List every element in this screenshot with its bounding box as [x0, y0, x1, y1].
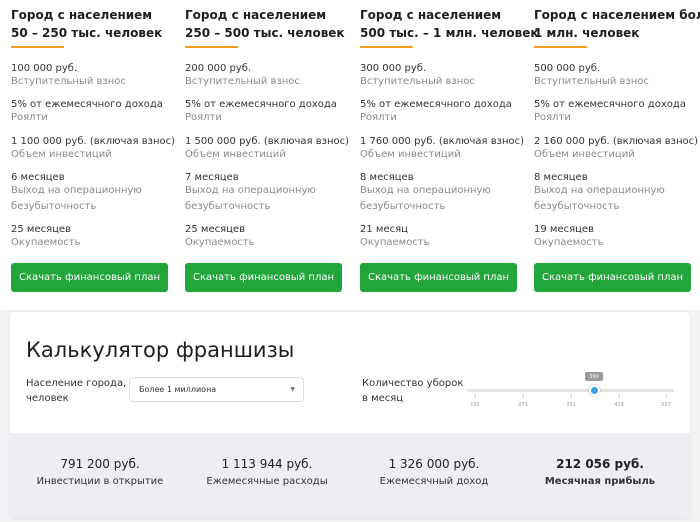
slider-value-tooltip: 390: [585, 372, 603, 381]
royalty-label: Роялти: [360, 112, 397, 123]
royalty-label: Роялти: [185, 112, 222, 123]
slider-tick: [571, 395, 572, 398]
slider-tick: [619, 395, 620, 398]
franchise-calculator: Калькулятор франшизы Население города, че…: [10, 312, 690, 518]
slider-tick-label: 351: [566, 402, 576, 408]
result-label: Месячная прибыль: [544, 476, 656, 487]
slider-tick: [666, 395, 667, 398]
entry-fee-label: Вступительный взнос: [11, 76, 126, 87]
royalty-value: 5% от ежемесячного дохода: [534, 99, 686, 110]
plan-title: Город с населением 50 – 250 тыс. человек: [11, 8, 163, 40]
result-label: Инвестиции в открытие: [36, 476, 164, 487]
payback-value: 19 месяцев: [534, 224, 594, 235]
download-financial-plan-button[interactable]: Скачать финансовый план: [360, 263, 517, 292]
payback-value: 25 месяцев: [185, 224, 245, 235]
entry-fee-value: 100 000 руб.: [11, 63, 78, 74]
payback-label: Окупаемость: [11, 237, 81, 248]
slider-tick-label: 507: [661, 402, 671, 408]
population-selected-value: Более 1 миллиона: [139, 385, 217, 394]
slider-tick-label: 429: [614, 402, 624, 408]
result-label: Ежемесячный доход: [379, 476, 489, 487]
plan-accent-line: [534, 46, 587, 48]
royalty-value: 5% от ежемесячного дохода: [11, 99, 163, 110]
royalty-label: Роялти: [11, 112, 48, 123]
payback-label: Окупаемость: [534, 237, 604, 248]
entry-fee-value: 200 000 руб.: [185, 63, 252, 74]
investment-value: 1 500 000 руб. (включая взнос): [185, 136, 350, 147]
plan-accent-line: [11, 46, 64, 48]
population-select[interactable]: Более 1 миллиона ▼: [129, 377, 304, 402]
breakeven-label: Выход на операционную безубыточность: [534, 185, 665, 212]
royalty-label: Роялти: [534, 112, 571, 123]
entry-fee-value: 500 000 руб.: [534, 63, 601, 74]
slider-tick-label: 273: [518, 402, 528, 408]
result-value: 791 200 руб.: [60, 457, 140, 471]
entry-fee-label: Вступительный взнос: [534, 76, 649, 87]
investment-value: 2 160 000 руб. (включая взнос): [534, 136, 699, 147]
slider-tick: [475, 395, 476, 398]
result-investment: 791 200 руб. Инвестиции в открытие: [15, 456, 185, 487]
download-financial-plan-button[interactable]: Скачать финансовый план: [534, 263, 691, 292]
result-value: 1 113 944 руб.: [221, 457, 313, 471]
result-monthly-profit: 212 056 руб. Месячная прибыль: [515, 456, 685, 487]
investment-label: Объем инвестиций: [360, 149, 461, 160]
download-financial-plan-button[interactable]: Скачать финансовый план: [185, 263, 342, 292]
investment-value: 1 100 000 руб. (включая взнос): [11, 136, 176, 147]
slider-tick: [523, 395, 524, 398]
entry-fee-value: 300 000 руб.: [360, 63, 427, 74]
result-label: Ежемесячные расходы: [206, 476, 328, 487]
result-value: 212 056 руб.: [556, 457, 644, 471]
investment-label: Объем инвестиций: [185, 149, 286, 160]
breakeven-label: Выход на операционную безубыточность: [360, 185, 491, 212]
result-value: 1 326 000 руб.: [388, 457, 480, 471]
investment-value: 1 760 000 руб. (включая взнос): [360, 136, 525, 147]
plan-title: Город с населением более1 млн. человек: [534, 8, 700, 40]
payback-value: 21 месяц: [360, 224, 408, 235]
population-label: Население города, человек: [26, 378, 127, 404]
investment-label: Объем инвестиций: [11, 149, 112, 160]
payback-label: Окупаемость: [185, 237, 255, 248]
slider-track[interactable]: [467, 389, 674, 392]
plans-section: Город с населением 50 – 250 тыс. человек …: [0, 0, 700, 310]
plan-accent-line: [360, 46, 413, 48]
breakeven-label: Выход на операционную безубыточность: [11, 185, 142, 212]
royalty-value: 5% от ежемесячного дохода: [185, 99, 337, 110]
calculator-results: 791 200 руб. Инвестиции в открытие 1 113…: [10, 433, 690, 518]
cleanings-label: Количество уборок в месяц: [362, 378, 464, 404]
payback-value: 25 месяцев: [11, 224, 71, 235]
plan-title: Город с населением 250 – 500 тыс. человек: [185, 8, 345, 40]
breakeven-value: 8 месяцев: [534, 172, 588, 183]
slider-tick-label: 195: [470, 402, 480, 408]
slider-thumb[interactable]: [589, 385, 600, 396]
plan-accent-line: [185, 46, 238, 48]
investment-label: Объем инвестиций: [534, 149, 635, 160]
chevron-down-icon: ▼: [290, 386, 295, 393]
entry-fee-label: Вступительный взнос: [360, 76, 475, 87]
entry-fee-label: Вступительный взнос: [185, 76, 300, 87]
cleanings-slider[interactable]: 390 195 273 351 429 507: [467, 372, 674, 412]
result-monthly-income: 1 326 000 руб. Ежемесячный доход: [349, 456, 519, 487]
breakeven-value: 7 месяцев: [185, 172, 239, 183]
breakeven-value: 6 месяцев: [11, 172, 65, 183]
result-monthly-expenses: 1 113 944 руб. Ежемесячные расходы: [182, 456, 352, 487]
royalty-value: 5% от ежемесячного дохода: [360, 99, 512, 110]
breakeven-label: Выход на операционную безубыточность: [185, 185, 316, 212]
payback-label: Окупаемость: [360, 237, 430, 248]
plan-title: Город с населением 500 тыс. – 1 млн. чело…: [360, 8, 539, 40]
breakeven-value: 8 месяцев: [360, 172, 414, 183]
download-financial-plan-button[interactable]: Скачать финансовый план: [11, 263, 168, 292]
calculator-title: Калькулятор франшизы: [26, 338, 295, 362]
